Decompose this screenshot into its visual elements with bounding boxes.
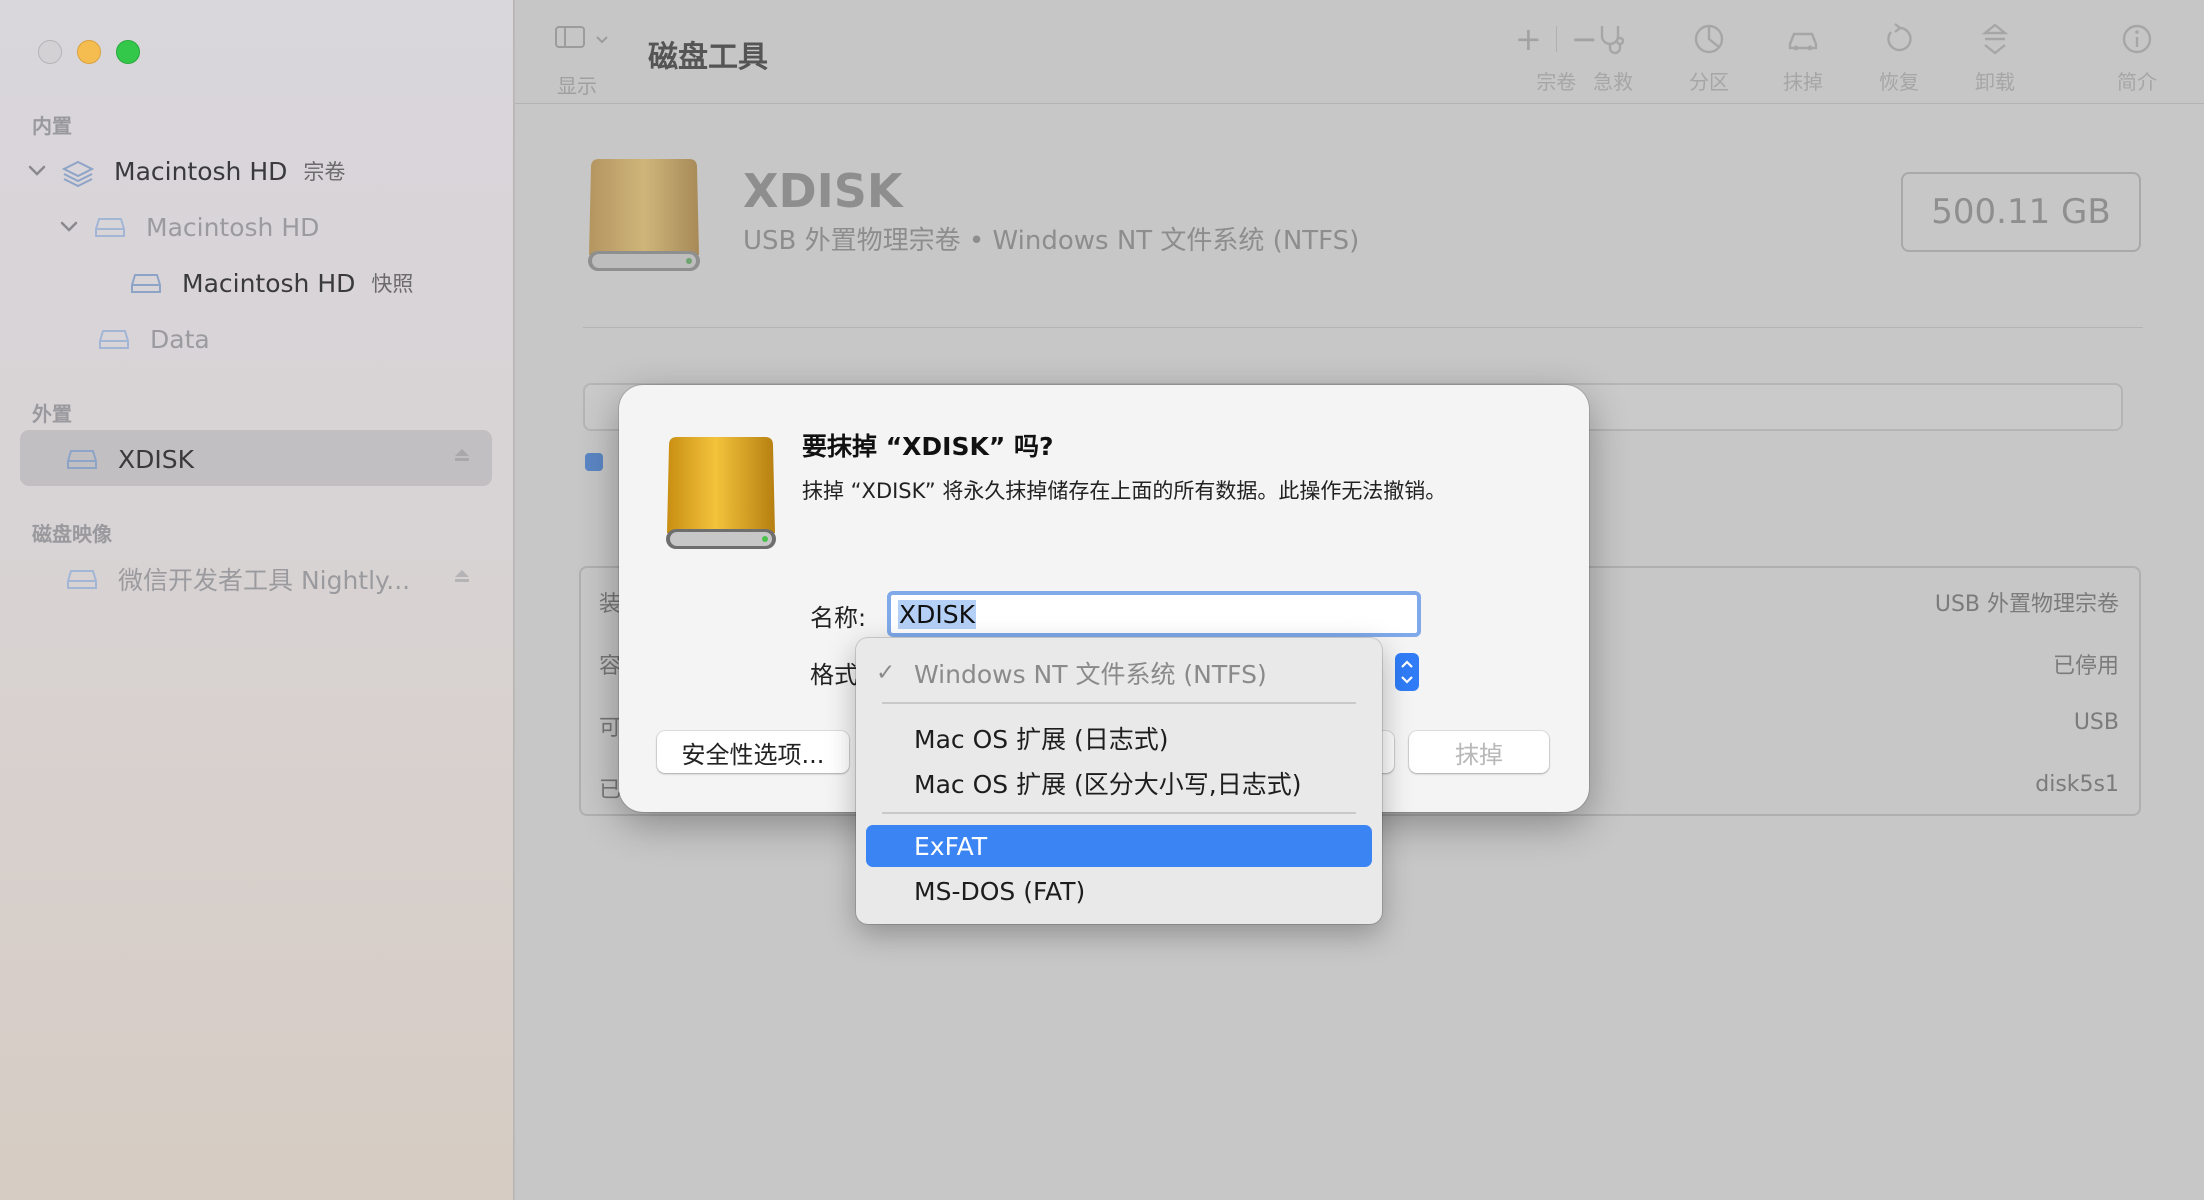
separator xyxy=(1555,26,1557,52)
capacity-badge: 500.11 GB xyxy=(1901,172,2141,252)
volume-label: 宗卷 xyxy=(1536,70,1577,94)
usage-legend-swatch xyxy=(585,453,603,471)
pie-chart-icon xyxy=(1694,24,1724,54)
sidebar-item-label: XDISK xyxy=(118,444,195,474)
drive-icon xyxy=(66,448,98,470)
sidebar-section-internal: 内置 xyxy=(32,114,72,138)
external-drive-icon xyxy=(663,433,779,553)
sidebar-item-xdisk[interactable]: XDISK xyxy=(66,436,194,482)
menu-item-exfat[interactable]: ExFAT xyxy=(866,825,1372,867)
sidebar-item-suffix: 宗卷 xyxy=(303,160,346,184)
app-title: 磁盘工具 xyxy=(648,40,768,75)
menu-item-ms-dos-fat[interactable]: MS-DOS (FAT) xyxy=(866,870,1372,912)
sidebar-item-disk-image[interactable]: 微信开发者工具 Nightly... xyxy=(66,556,410,602)
menu-item-label: Mac OS 扩展 (日志式) xyxy=(914,725,1169,754)
window-controls xyxy=(38,40,140,64)
unmount-button[interactable]: 卸载 xyxy=(1975,22,2015,95)
sidebar-item-macintosh-hd-volume[interactable]: Macintosh HD xyxy=(58,204,319,250)
drive-icon xyxy=(94,216,126,238)
external-drive-icon xyxy=(585,155,703,275)
erase-toolbar-button[interactable]: 抹掉 xyxy=(1783,22,1823,95)
partition-label: 分区 xyxy=(1689,70,1729,94)
sidebar-toggle-icon xyxy=(555,26,585,52)
name-label: 名称: xyxy=(810,604,867,632)
stack-layers-icon xyxy=(61,160,95,188)
sidebar-item-label: 微信开发者工具 Nightly... xyxy=(118,566,411,595)
restore-label: 恢复 xyxy=(1879,70,1919,94)
info-key: 容 xyxy=(599,654,622,679)
sidebar-item-label: Macintosh HD xyxy=(146,212,320,242)
format-label: 格式 xyxy=(810,661,858,689)
menu-item-mac-os-extended-journaled[interactable]: Mac OS 扩展 (日志式) xyxy=(866,717,1372,759)
info-key: 可 xyxy=(599,716,622,741)
eraser-car-icon xyxy=(1788,32,1818,51)
first-aid-label: 急救 xyxy=(1593,70,1633,94)
sidebar-section-images: 磁盘映像 xyxy=(32,522,112,546)
toolbar: 显示 磁盘工具 + − 宗卷 急救 分区 抹掉 恢复 卸载 简介 xyxy=(515,0,2204,104)
sidebar-item-macintosh-hd-snapshot[interactable]: Macintosh HD 快照 xyxy=(130,260,413,306)
add-icon[interactable]: + xyxy=(1515,20,1542,58)
menu-item-mac-os-extended-case-sensitive[interactable]: Mac OS 扩展 (区分大小写,日志式) xyxy=(866,762,1372,804)
partition-button[interactable]: 分区 xyxy=(1689,22,1729,95)
first-aid-button[interactable]: 急救 xyxy=(1593,22,1633,95)
restore-arrow-icon xyxy=(1887,23,1912,52)
info-button[interactable]: 简介 xyxy=(2117,22,2157,95)
drive-icon xyxy=(66,568,98,590)
drive-icon xyxy=(130,272,162,294)
info-value: disk5s1 xyxy=(2035,772,2119,797)
menu-separator xyxy=(882,812,1356,814)
close-window-button[interactable] xyxy=(38,40,62,64)
zoom-window-button[interactable] xyxy=(116,40,140,64)
menu-item-label: Windows NT 文件系统 (NTFS) xyxy=(914,660,1267,689)
stethoscope-icon xyxy=(1600,26,1625,55)
name-field-value: XDISK xyxy=(898,599,977,629)
divider xyxy=(583,327,2143,328)
view-button[interactable]: 显示 xyxy=(555,26,609,98)
drive-icon xyxy=(98,328,130,350)
sidebar-section-external: 外置 xyxy=(32,402,72,426)
info-key: 装 xyxy=(599,592,622,617)
info-value: USB 外置物理宗卷 xyxy=(1934,592,2119,617)
volume-button[interactable]: + − 宗卷 xyxy=(1515,20,1598,95)
sidebar: 内置 Macintosh HD 宗卷 Macintosh HD Macintos… xyxy=(0,0,514,1200)
disk-subtitle: USB 外置物理宗卷 • Windows NT 文件系统 (NTFS) xyxy=(743,226,1360,256)
eject-icon[interactable] xyxy=(454,447,470,467)
menu-separator xyxy=(882,702,1356,704)
menu-item-ntfs[interactable]: ✓ Windows NT 文件系统 (NTFS) xyxy=(866,652,1372,694)
sidebar-item-label: Data xyxy=(150,324,210,354)
info-label: 简介 xyxy=(2117,70,2157,94)
dialog-message: 抹掉 “XDISK” 将永久抹掉储存在上面的所有数据。此操作无法撤销。 xyxy=(802,479,1447,503)
info-icon xyxy=(2122,24,2152,54)
view-label: 显示 xyxy=(557,74,597,98)
minimize-window-button[interactable] xyxy=(77,40,101,64)
info-value: USB xyxy=(2073,710,2119,735)
sidebar-item-label: Macintosh HD xyxy=(114,156,288,186)
erase-label: 抹掉 xyxy=(1783,70,1823,94)
erase-button[interactable]: 抹掉 xyxy=(1409,731,1549,773)
info-key: 已 xyxy=(599,778,622,803)
sidebar-item-data[interactable]: Data xyxy=(98,316,210,362)
menu-item-label: Mac OS 扩展 (区分大小写,日志式) xyxy=(914,770,1302,799)
unmount-icon xyxy=(1981,23,2009,55)
format-menu: ✓ Windows NT 文件系统 (NTFS) Mac OS 扩展 (日志式)… xyxy=(856,638,1382,924)
format-popup-button[interactable] xyxy=(1395,653,1419,691)
checkmark-icon: ✓ xyxy=(876,660,896,686)
menu-item-label: MS-DOS (FAT) xyxy=(914,876,1086,906)
sidebar-item-label: Macintosh HD xyxy=(182,268,356,298)
chevron-down-icon xyxy=(595,30,609,49)
disk-name: XDISK xyxy=(743,164,903,218)
eject-icon[interactable] xyxy=(454,568,470,588)
unmount-label: 卸载 xyxy=(1975,70,2015,94)
dialog-title: 要抹掉 “XDISK” 吗? xyxy=(802,432,1054,461)
restore-button[interactable]: 恢复 xyxy=(1879,22,1919,95)
security-options-button[interactable]: 安全性选项... xyxy=(657,731,849,773)
sidebar-item-suffix: 快照 xyxy=(371,272,414,296)
chevron-down-icon[interactable] xyxy=(58,216,80,238)
info-value: 已停用 xyxy=(2052,654,2119,679)
chevron-down-icon[interactable] xyxy=(26,160,48,182)
sidebar-item-macintosh-hd-container[interactable]: Macintosh HD 宗卷 xyxy=(26,148,345,194)
name-field[interactable]: XDISK xyxy=(887,591,1421,637)
menu-item-label: ExFAT xyxy=(914,831,988,861)
